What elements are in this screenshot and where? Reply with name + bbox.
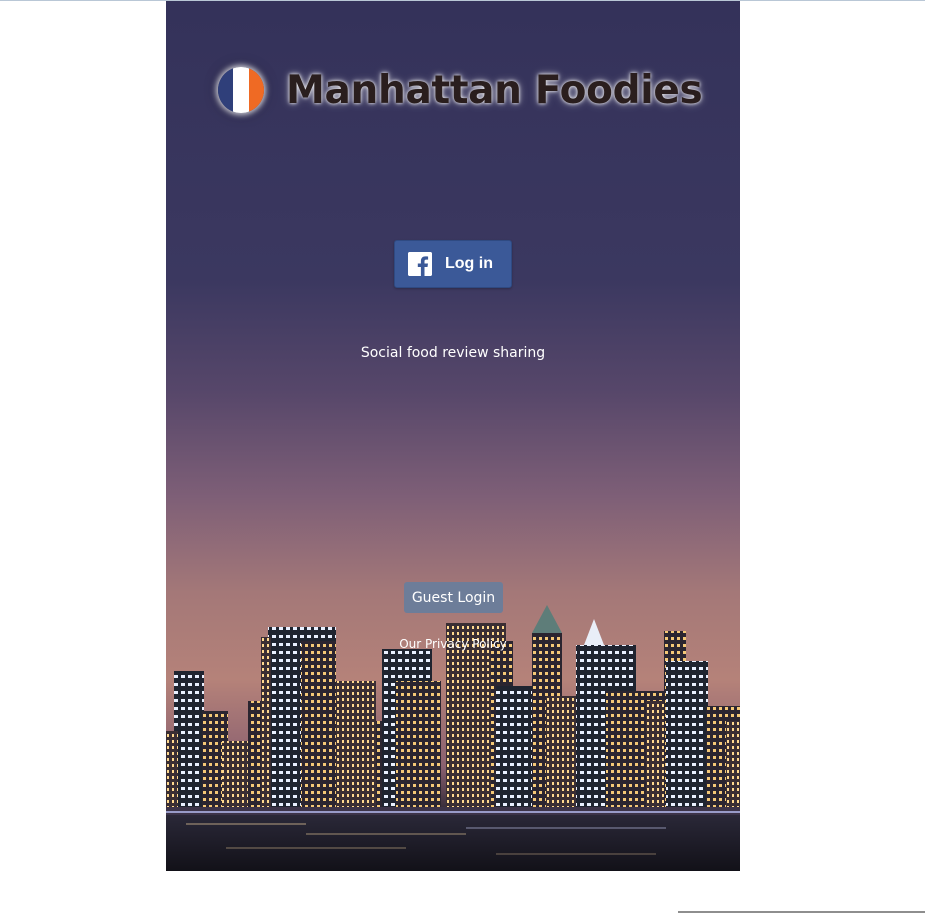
app-logo: Manhattan Foodies — [218, 67, 703, 113]
tagline: Social food review sharing — [360, 345, 546, 361]
app-title: Manhattan Foodies — [286, 67, 703, 113]
app-screen: Manhattan Foodies Log in Social food rev… — [166, 1, 740, 871]
privacy-policy-link[interactable]: Our Privacy Policy — [166, 637, 740, 651]
facebook-login-button[interactable]: Log in — [394, 240, 512, 288]
facebook-login-label: Log in — [445, 255, 493, 272]
guest-login-button[interactable]: Guest Login — [404, 582, 503, 613]
flag-circle-icon — [218, 67, 264, 113]
facebook-icon — [408, 252, 432, 276]
